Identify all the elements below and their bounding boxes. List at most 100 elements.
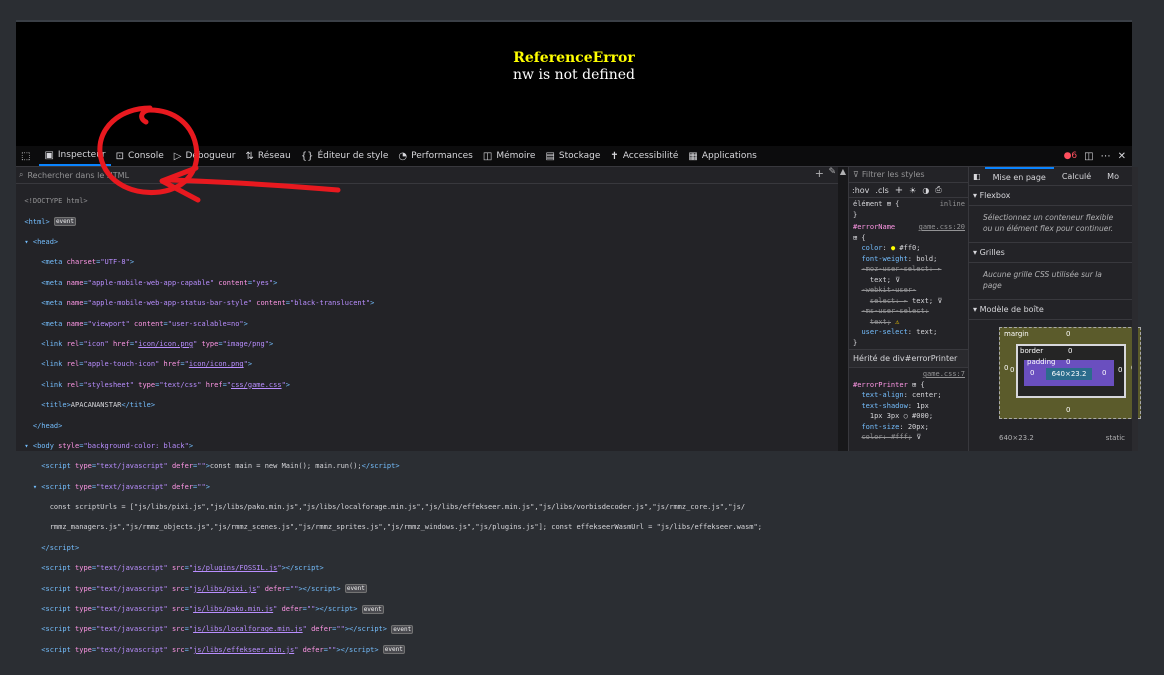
styles-filter-input[interactable]: Filtrer les styles (862, 170, 925, 179)
grid-section-header[interactable]: ▾ Grilles (969, 243, 1133, 263)
margin-bottom-value[interactable]: 0 (1066, 406, 1070, 414)
flexbox-hint: Sélectionnez un conteneur flexible ou un… (969, 206, 1133, 243)
tab-layout[interactable]: Mise en page (984, 167, 1054, 185)
rules-panel: ⊽ Filtrer les styles :hov .cls + ☀ ◑ ⎙ é… (848, 167, 969, 451)
html-tree[interactable]: <!DOCTYPE html> <html> event ▾ <head> <m… (16, 184, 838, 675)
element-rule: élément ⊞ {inline } (853, 200, 965, 219)
grid-title: Grilles (979, 248, 1005, 257)
hov-toggle[interactable]: :hov (852, 186, 869, 195)
error-badge[interactable]: ●6 (1064, 151, 1078, 161)
border-top-value[interactable]: 0 (1068, 347, 1072, 355)
error-title: ReferenceError (513, 50, 635, 66)
chevron-down-icon: ▾ (973, 248, 978, 257)
warning-icon: ⚠ (895, 317, 900, 326)
box-model-diagram: margin 0 0 0 0 border 0 0 0 padding 0 0 … (969, 320, 1141, 442)
tab-inspector[interactable]: ▣ Inspecteur (39, 146, 111, 166)
element-position: static (1105, 434, 1125, 442)
flexbox-title: Flexbox (979, 191, 1011, 200)
light-theme-icon[interactable]: ☀ (909, 186, 916, 195)
layout-panel: ◧ Mise en page Calculé Mo ▾ Flexbox Séle… (968, 167, 1141, 451)
styles-filter-bar: ⊽ Filtrer les styles (849, 167, 969, 183)
add-rule-icon[interactable]: + (895, 185, 903, 196)
tab-debugger[interactable]: ▷ Débogueur (169, 146, 241, 166)
box-model-margin[interactable]: margin 0 0 0 0 border 0 0 0 padding 0 0 … (999, 327, 1141, 419)
box-model-content[interactable]: 640×23.2 (1046, 368, 1092, 380)
margin-label: margin (1004, 330, 1029, 338)
close-icon[interactable]: ✕ (1118, 151, 1126, 162)
eyedropper-icon[interactable]: ✎ (828, 167, 836, 177)
padding-top-value[interactable]: 0 (1066, 358, 1070, 366)
memory-icon: ◫ (482, 150, 493, 162)
dock-icon[interactable]: ◫ (1084, 151, 1093, 162)
devtools-panel: ⬚ ▣ Inspecteur ⊡ Console ▷ Débogueur ⇅ Résea… (16, 146, 1141, 655)
tab-applications[interactable]: ▦ Applications (683, 146, 761, 166)
tab-label: Stockage (558, 151, 601, 161)
errorname-rule: #errorName game.css:20 ⊞ { color: ● #ff0;… (853, 222, 965, 347)
color-swatch-icon[interactable]: ● (891, 244, 895, 252)
tab-memory[interactable]: ◫ Mémoire (478, 146, 541, 166)
tab-accessibility[interactable]: ✝ Accessibilité (605, 146, 683, 166)
padding-left-value[interactable]: 0 (1030, 369, 1034, 377)
grid-icon: ⊞ (886, 200, 891, 208)
chevron-down-icon: ▾ (973, 191, 978, 200)
errorprinter-rule: game.css:7 #errorPrinter ⊞ { text-align:… (853, 369, 965, 441)
html-search-input[interactable]: Rechercher dans le HTML (27, 171, 129, 180)
markup-scrollbar[interactable]: ▲ (838, 167, 848, 451)
tab-network[interactable]: ⇅ Réseau (241, 146, 296, 166)
element-display: inline (939, 200, 965, 208)
console-icon: ⊡ (115, 150, 125, 162)
flexbox-section-header[interactable]: ▾ Flexbox (969, 186, 1133, 206)
tab-more[interactable]: Mo (1099, 167, 1127, 185)
border-right-value[interactable]: 0 (1118, 366, 1122, 374)
margin-left-value[interactable]: 0 (1004, 364, 1008, 372)
scroll-up-icon[interactable]: ▲ (838, 167, 848, 176)
grid-icon: ⊞ (912, 380, 917, 389)
tab-label: Éditeur de style (317, 151, 389, 161)
pick-element-icon: ⬚ (21, 150, 31, 162)
more-options-icon[interactable]: ⋯ (1101, 151, 1111, 162)
element-size: 640×23.2 (999, 434, 1034, 442)
game-canvas: ReferenceError nw is not defined (16, 22, 1132, 146)
chevron-down-icon: ▾ (973, 305, 978, 314)
box-model-padding[interactable]: padding 0 0 0 640×23.2 (1024, 358, 1114, 386)
inherited-header: Hérité de div#errorPrinter (849, 349, 969, 368)
html-search-bar: ⌕ Rechercher dans le HTML + ✎ (16, 167, 838, 184)
boxmodel-section-header[interactable]: ▾ Modèle de boîte (969, 300, 1133, 320)
search-icon: ⌕ (19, 170, 24, 179)
dark-theme-icon[interactable]: ◑ (922, 186, 929, 195)
layout-panel-icon[interactable]: ◧ (969, 172, 985, 181)
tab-label: Inspecteur (57, 150, 106, 160)
tab-label: Console (128, 151, 164, 161)
padding-right-value[interactable]: 0 (1102, 369, 1106, 377)
filter-icon: ⊽ (937, 296, 943, 305)
add-node-icon[interactable]: + (815, 167, 824, 180)
rule-source-link[interactable]: game.css:20 (919, 222, 965, 233)
tab-console[interactable]: ⊡ Console (111, 146, 169, 166)
tab-label: Débogueur (185, 151, 236, 161)
element-selector: élément (853, 200, 883, 208)
cls-toggle[interactable]: .cls (875, 186, 888, 195)
border-label: border (1020, 347, 1044, 355)
storage-icon: ▤ (545, 150, 555, 162)
tab-performance[interactable]: ◔ Performances (393, 146, 477, 166)
tab-style-editor[interactable]: {} Éditeur de style (296, 146, 394, 166)
filter-icon: ⊽ (853, 170, 859, 179)
network-icon: ⇅ (245, 150, 254, 162)
margin-top-value[interactable]: 0 (1066, 330, 1070, 338)
tab-label: Accessibilité (622, 151, 679, 161)
rule-source-link[interactable]: game.css:7 (923, 369, 965, 380)
color-swatch-icon[interactable]: ○ (904, 412, 908, 420)
tab-label: Performances (411, 151, 473, 161)
sidebar-tabs: ◧ Mise en page Calculé Mo (969, 167, 1133, 186)
element-picker-button[interactable]: ⬚ (16, 146, 39, 166)
tab-computed[interactable]: Calculé (1054, 167, 1099, 185)
border-left-value[interactable]: 0 (1010, 366, 1014, 374)
print-icon[interactable]: ⎙ (935, 185, 941, 195)
markup-panel: ⌕ Rechercher dans le HTML + ✎ <!DOCTYPE … (16, 167, 838, 655)
tab-storage[interactable]: ▤ Stockage (540, 146, 605, 166)
grid-hint: Aucune grille CSS utilisée sur la page (969, 263, 1133, 300)
debugger-icon: ▷ (173, 150, 182, 162)
filter-icon: ⊽ (895, 275, 901, 284)
layout-scrollbar[interactable] (1132, 167, 1138, 451)
box-model-border[interactable]: border 0 0 0 padding 0 0 0 640×23.2 (1010, 344, 1126, 398)
